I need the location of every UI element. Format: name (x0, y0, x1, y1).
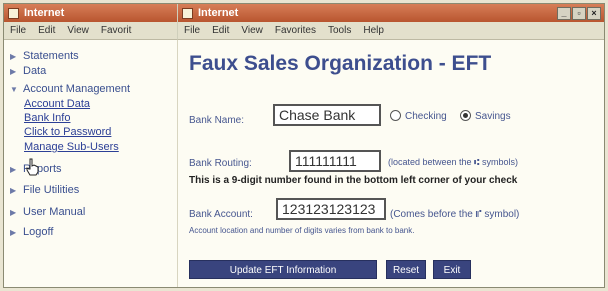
chevron-right-icon: ▶ (10, 185, 17, 195)
chevron-down-icon: ▼ (10, 84, 18, 94)
menu-favorites[interactable]: Favorites (275, 25, 316, 36)
menu-edit[interactable]: Edit (38, 25, 55, 36)
page-icon (8, 7, 19, 19)
hand-cursor-icon (26, 158, 39, 176)
menu-favorites[interactable]: Favorit (101, 25, 132, 36)
checking-radio[interactable] (390, 110, 401, 121)
savings-label: Savings (475, 111, 511, 122)
bank-routing-input[interactable] (289, 150, 381, 172)
sidebar-subitem-account-data[interactable]: Account Data (24, 98, 90, 110)
close-icon[interactable]: × (587, 7, 601, 20)
chevron-right-icon: ▶ (10, 66, 17, 76)
menu-view[interactable]: View (241, 25, 263, 36)
checking-label: Checking (405, 111, 447, 122)
sidebar-subitem-change-password[interactable]: Click to Password (24, 126, 111, 138)
sidebar-item-user-manual[interactable]: ▶ User Manual (10, 206, 85, 218)
bank-account-label: Bank Account: (189, 209, 253, 220)
reset-button[interactable]: Reset (386, 260, 426, 279)
sidebar-item-data[interactable]: ▶ Data (10, 65, 46, 77)
maximize-icon[interactable]: ▫ (572, 7, 586, 20)
chevron-right-icon: ▶ (10, 207, 17, 217)
menu-edit[interactable]: Edit (212, 25, 229, 36)
left-title-bar: Internet (4, 4, 178, 22)
menu-help[interactable]: Help (363, 25, 384, 36)
bank-routing-label: Bank Routing: (189, 158, 252, 169)
sidebar-item-file-utilities[interactable]: ▶ File Utilities (10, 184, 79, 196)
right-window-title: Internet (198, 7, 239, 19)
menu-file[interactable]: File (10, 25, 26, 36)
window-controls: _ ▫ × (557, 7, 601, 20)
right-title-bar: Internet _ ▫ × (178, 4, 604, 22)
left-menu-bar: File Edit View Favorit (4, 22, 178, 40)
chevron-right-icon: ▶ (10, 164, 17, 174)
browser-frame: Internet Internet _ ▫ × File Edit View F… (3, 3, 605, 288)
minimize-icon[interactable]: _ (557, 7, 571, 20)
routing-hint: (located between the ⑆ symbols) (388, 157, 518, 167)
sidebar-item-logoff[interactable]: ▶ Logoff (10, 226, 53, 238)
sidebar-subitem-bank-info[interactable]: Bank Info (24, 112, 70, 124)
chevron-right-icon: ▶ (10, 227, 17, 237)
page-title: Faux Sales Organization - EFT (189, 52, 492, 75)
menu-file[interactable]: File (184, 25, 200, 36)
sidebar-subitem-manage-sub-users[interactable]: Manage Sub-Users (24, 141, 119, 153)
bank-account-input[interactable] (276, 198, 386, 220)
right-menu-bar: File Edit View Favorites Tools Help (178, 22, 604, 40)
routing-note: This is a 9-digit number found in the bo… (189, 175, 518, 186)
exit-button[interactable]: Exit (433, 260, 471, 279)
account-note: Account location and number of digits va… (189, 226, 415, 235)
bank-name-label: Bank Name: (189, 115, 245, 126)
savings-radio[interactable] (460, 110, 471, 121)
update-eft-button[interactable]: Update EFT Information (189, 260, 377, 279)
chevron-right-icon: ▶ (10, 51, 17, 61)
main-content: Faux Sales Organization - EFT Bank Name:… (178, 40, 604, 287)
sidebar-item-account-management[interactable]: ▼ Account Management (10, 83, 130, 95)
page-icon (182, 7, 193, 19)
menu-tools[interactable]: Tools (328, 25, 351, 36)
account-hint: (Comes before the ⑈ symbol) (390, 209, 520, 220)
sidebar-nav: ▶ Statements ▶ Data ▼ Account Management… (4, 40, 178, 287)
sidebar-item-statements[interactable]: ▶ Statements (10, 50, 79, 62)
menu-view[interactable]: View (67, 25, 89, 36)
bank-name-input[interactable] (273, 104, 381, 126)
left-window-title: Internet (24, 7, 65, 19)
